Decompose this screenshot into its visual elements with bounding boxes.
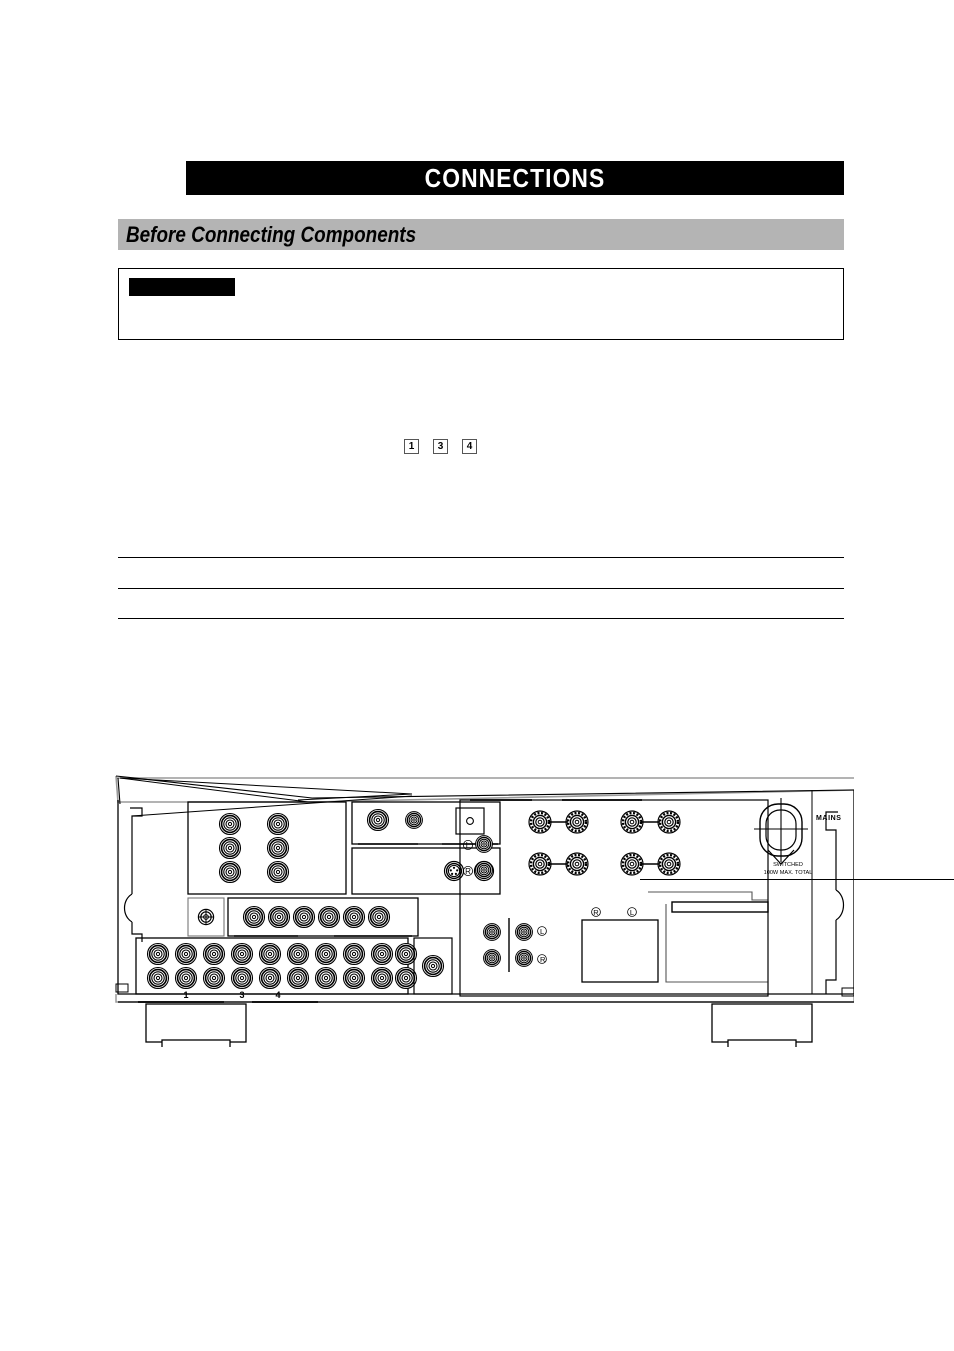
plate-left-label: L [630, 908, 634, 917]
cluster-left-label: L [540, 927, 544, 936]
panel-seams [767, 790, 813, 996]
callout-line-right [640, 879, 954, 880]
chapter-title-bar: CONNECTIONS [186, 161, 844, 195]
speaker-terminal-panel: L R L R R L [459, 799, 769, 997]
input-jack-block-left [187, 801, 347, 895]
recessed-terminal-plate: R L [581, 907, 659, 983]
speaker-binding-posts [527, 809, 682, 877]
rca-jack-row-middle [227, 897, 419, 937]
section-heading-band: Before Connecting Components [118, 219, 844, 250]
rca-jack [366, 808, 390, 832]
ground-terminal-block [187, 897, 225, 937]
chassis-feet [145, 1003, 813, 1047]
table-rule-bottom [118, 618, 844, 619]
manual-page: CONNECTIONS Before Connecting Components… [0, 0, 954, 1351]
switched-label: SWITCHED [773, 862, 803, 868]
table-rule-top [118, 557, 844, 558]
jack-group-number-4: 4 [275, 990, 280, 1000]
rca-jack-row-upper [146, 942, 418, 966]
section-heading-label: Before Connecting Components [126, 221, 417, 247]
rca-jack-row-lower [146, 966, 418, 990]
lower-jack-cluster: L R [482, 918, 547, 972]
reference-number-1: 1 [404, 439, 419, 454]
switched-rating-label: 100W MAX. TOTAL [764, 870, 813, 876]
table-rule-middle [118, 588, 844, 589]
chapter-title: CONNECTIONS [424, 162, 606, 193]
reference-number-4: 4 [462, 439, 477, 454]
chassis-outline [115, 775, 854, 1003]
rear-panel-diagram: 1 3 4 L R L R R L MAINS SWITCHED 100W MA… [112, 772, 854, 1047]
din-connector [443, 860, 465, 882]
ground-screw [197, 908, 215, 926]
rca-jack-single-right [413, 937, 453, 995]
reference-number-3: 3 [433, 439, 448, 454]
mains-label: MAINS [816, 815, 842, 822]
mains-outlet-group: MAINS [754, 798, 842, 865]
preout-jacks: L R [462, 834, 494, 880]
rca-jack-bank-bottom: 1 3 4 [135, 937, 418, 1003]
caution-label-redacted [129, 278, 235, 296]
jack-group-number-1: 1 [183, 990, 188, 1000]
jack-group-number-3: 3 [239, 990, 244, 1000]
rca-jack-grid-left [218, 812, 290, 884]
note-box [118, 268, 844, 340]
reference-number-group: 1 3 4 [404, 439, 477, 454]
rca-jack [404, 810, 424, 830]
rear-panel-svg: 1 3 4 L R L R R L MAINS SWITCHED 100W MA… [115, 775, 854, 1047]
switched-outlet-rating: SWITCHED 100W MAX. TOTAL [764, 862, 813, 876]
preout-left-label: L [466, 841, 471, 850]
